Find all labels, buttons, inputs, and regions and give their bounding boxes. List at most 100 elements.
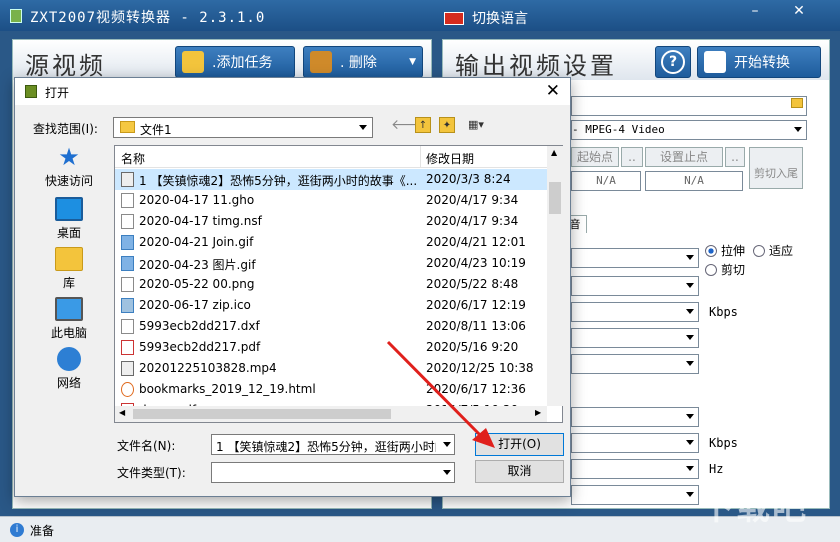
start-point-field[interactable]: N/A bbox=[571, 171, 641, 191]
file-row[interactable]: bookmarks_2019_12_19.html 2020/6/17 12:36 bbox=[115, 379, 547, 400]
folder-icon bbox=[182, 51, 204, 73]
place-label: 网络 bbox=[56, 376, 81, 390]
resolution-select[interactable] bbox=[571, 248, 699, 268]
radio-crop[interactable]: 剪切 bbox=[705, 261, 745, 278]
star-icon: ★ bbox=[58, 143, 80, 171]
video-file-icon bbox=[121, 361, 134, 376]
language-switch[interactable]: 切换语言 bbox=[444, 8, 528, 28]
file-icon bbox=[121, 214, 134, 229]
place-label: 快速访问 bbox=[44, 174, 93, 188]
place-desktop[interactable]: 桌面 bbox=[33, 197, 105, 241]
help-button[interactable]: ? bbox=[655, 46, 691, 78]
set-end-button[interactable]: 设置止点 bbox=[645, 147, 723, 167]
file-row[interactable]: 2020-06-17 zip.ico 2020/6/17 12:19 bbox=[115, 295, 547, 316]
file-date: 2020/4/17 9:34 bbox=[426, 193, 519, 207]
file-row[interactable]: 20201225103828.mp4 2020/12/25 10:38 bbox=[115, 358, 547, 379]
radio-fit[interactable]: 适应 bbox=[753, 242, 793, 259]
file-row[interactable]: 2020-04-21 Join.gif 2020/4/21 12:01 bbox=[115, 232, 547, 253]
chevron-down-icon[interactable] bbox=[443, 442, 451, 447]
video-file-icon bbox=[121, 172, 134, 187]
filename-field[interactable]: 1 【笑镇惊魂2】恐怖5分钟，逛街两小时的 bbox=[211, 434, 455, 455]
dialog-close-icon[interactable]: ✕ bbox=[546, 81, 560, 101]
place-label: 此电脑 bbox=[50, 326, 87, 340]
codec-value: - MPEG-4 Video bbox=[572, 123, 665, 136]
add-task-button[interactable]: .添加任务 bbox=[175, 46, 295, 78]
file-date: 2020/3/3 8:24 bbox=[426, 172, 511, 186]
horizontal-scrollbar[interactable]: ◀ ▶ bbox=[115, 406, 547, 422]
gif-icon bbox=[121, 235, 134, 250]
place-this-pc[interactable]: 此电脑 bbox=[33, 297, 105, 341]
gif-icon bbox=[121, 256, 134, 271]
up-folder-icon[interactable]: ↑ bbox=[415, 117, 431, 133]
output-path-field[interactable] bbox=[571, 96, 807, 116]
file-date: 2020/8/11 13:06 bbox=[426, 319, 526, 333]
file-row[interactable]: 5993ecb2dd217.pdf 2020/5/16 9:20 bbox=[115, 337, 547, 358]
browse-folder-icon[interactable] bbox=[791, 98, 803, 108]
radio-stretch[interactable]: 拉伸 bbox=[705, 242, 745, 259]
col-date-header[interactable]: 修改日期 bbox=[426, 150, 474, 167]
audio-codec-select[interactable] bbox=[571, 407, 699, 427]
broom-icon bbox=[310, 51, 332, 73]
vertical-scrollbar[interactable]: ▲ bbox=[547, 146, 563, 406]
file-row[interactable]: 5993ecb2dd217.dxf 2020/8/11 13:06 bbox=[115, 316, 547, 337]
file-icon bbox=[121, 319, 134, 334]
aspect-select[interactable] bbox=[571, 328, 699, 348]
file-list: 名称 修改日期 1 【笑镇惊魂2】恐怖5分钟，逛街两小时的故事《... 2020/… bbox=[114, 145, 563, 423]
file-name: 2020-05-22 00.png bbox=[139, 277, 255, 291]
chevron-down-icon[interactable]: ▼ bbox=[409, 57, 416, 67]
file-row[interactable]: 2020-05-22 00.png 2020/5/22 8:48 bbox=[115, 274, 547, 295]
file-date: 2020/12/25 10:38 bbox=[426, 361, 534, 375]
file-date: 2020/4/23 10:19 bbox=[426, 256, 526, 270]
file-date: 2020/6/17 12:36 bbox=[426, 382, 526, 396]
view-menu-icon[interactable]: ▦▾ bbox=[463, 117, 489, 133]
end-point-field[interactable]: N/A bbox=[645, 171, 743, 191]
quality-select[interactable] bbox=[571, 354, 699, 374]
close-icon[interactable]: ✕ bbox=[784, 0, 814, 22]
channels-select[interactable] bbox=[571, 485, 699, 505]
add-task-label: .添加任务 bbox=[212, 55, 273, 71]
set-start-more-button[interactable]: .. bbox=[621, 147, 643, 167]
cancel-button[interactable]: 取消 bbox=[475, 460, 564, 483]
hscroll-thumb[interactable] bbox=[133, 409, 391, 419]
library-icon bbox=[55, 247, 83, 271]
video-codec-select[interactable]: - MPEG-4 Video bbox=[571, 120, 807, 140]
framerate-select[interactable] bbox=[571, 276, 699, 296]
dialog-toolbar: 🡐 ↑ ✦ ▦▾ bbox=[391, 117, 489, 133]
audio-kbps-label: Kbps bbox=[709, 436, 738, 450]
video-bitrate-select[interactable] bbox=[571, 302, 699, 322]
back-icon[interactable]: 🡐 bbox=[391, 117, 429, 133]
open-button[interactable]: 打开(O) bbox=[475, 433, 564, 456]
scroll-thumb[interactable] bbox=[549, 182, 561, 214]
places-bar: ★ 快速访问 桌面 库 此电脑 网络 bbox=[33, 145, 105, 390]
convert-icon bbox=[704, 51, 726, 73]
place-network[interactable]: 网络 bbox=[33, 347, 105, 391]
col-name-header[interactable]: 名称 bbox=[121, 150, 145, 167]
delete-button[interactable]: . 删除 ▼ bbox=[303, 46, 423, 78]
file-date: 2020/5/16 9:20 bbox=[426, 340, 519, 354]
new-folder-icon[interactable]: ✦ bbox=[439, 117, 455, 133]
start-convert-button[interactable]: 开始转换 bbox=[697, 46, 821, 78]
computer-icon bbox=[55, 297, 83, 321]
scroll-left-icon[interactable]: ◀ bbox=[119, 408, 125, 417]
file-row[interactable]: 1 【笑镇惊魂2】恐怖5分钟，逛街两小时的故事《... 2020/3/3 8:24 bbox=[115, 169, 547, 190]
audio-bitrate-select[interactable] bbox=[571, 433, 699, 453]
app-title: ZXT2007视频转换器 - 2.3.1.0 bbox=[30, 10, 266, 26]
file-row[interactable]: 2020-04-17 11.gho 2020/4/17 9:34 bbox=[115, 190, 547, 211]
scroll-right-icon[interactable]: ▶ bbox=[535, 408, 541, 417]
chevron-down-icon bbox=[443, 470, 451, 475]
set-end-more-button[interactable]: .. bbox=[725, 147, 745, 167]
file-row[interactable]: 2020-04-17 timg.nsf 2020/4/17 9:34 bbox=[115, 211, 547, 232]
file-date: 2020/5/22 8:48 bbox=[426, 277, 519, 291]
place-quick-access[interactable]: ★ 快速访问 bbox=[33, 145, 105, 189]
place-library[interactable]: 库 bbox=[33, 247, 105, 291]
desktop-icon bbox=[55, 197, 83, 221]
filetype-select[interactable] bbox=[211, 462, 455, 483]
cut-tail-button[interactable]: 剪切入尾 bbox=[749, 147, 803, 189]
folder-icon bbox=[120, 121, 135, 133]
samplerate-select[interactable] bbox=[571, 459, 699, 479]
look-in-select[interactable]: 文件1 bbox=[113, 117, 373, 138]
minimize-icon[interactable]: – bbox=[740, 0, 770, 22]
file-row[interactable]: 2020-04-23 图片.gif 2020/4/23 10:19 bbox=[115, 253, 547, 274]
set-start-button[interactable]: 起始点 bbox=[571, 147, 619, 167]
scroll-up-icon[interactable]: ▲ bbox=[551, 148, 557, 157]
